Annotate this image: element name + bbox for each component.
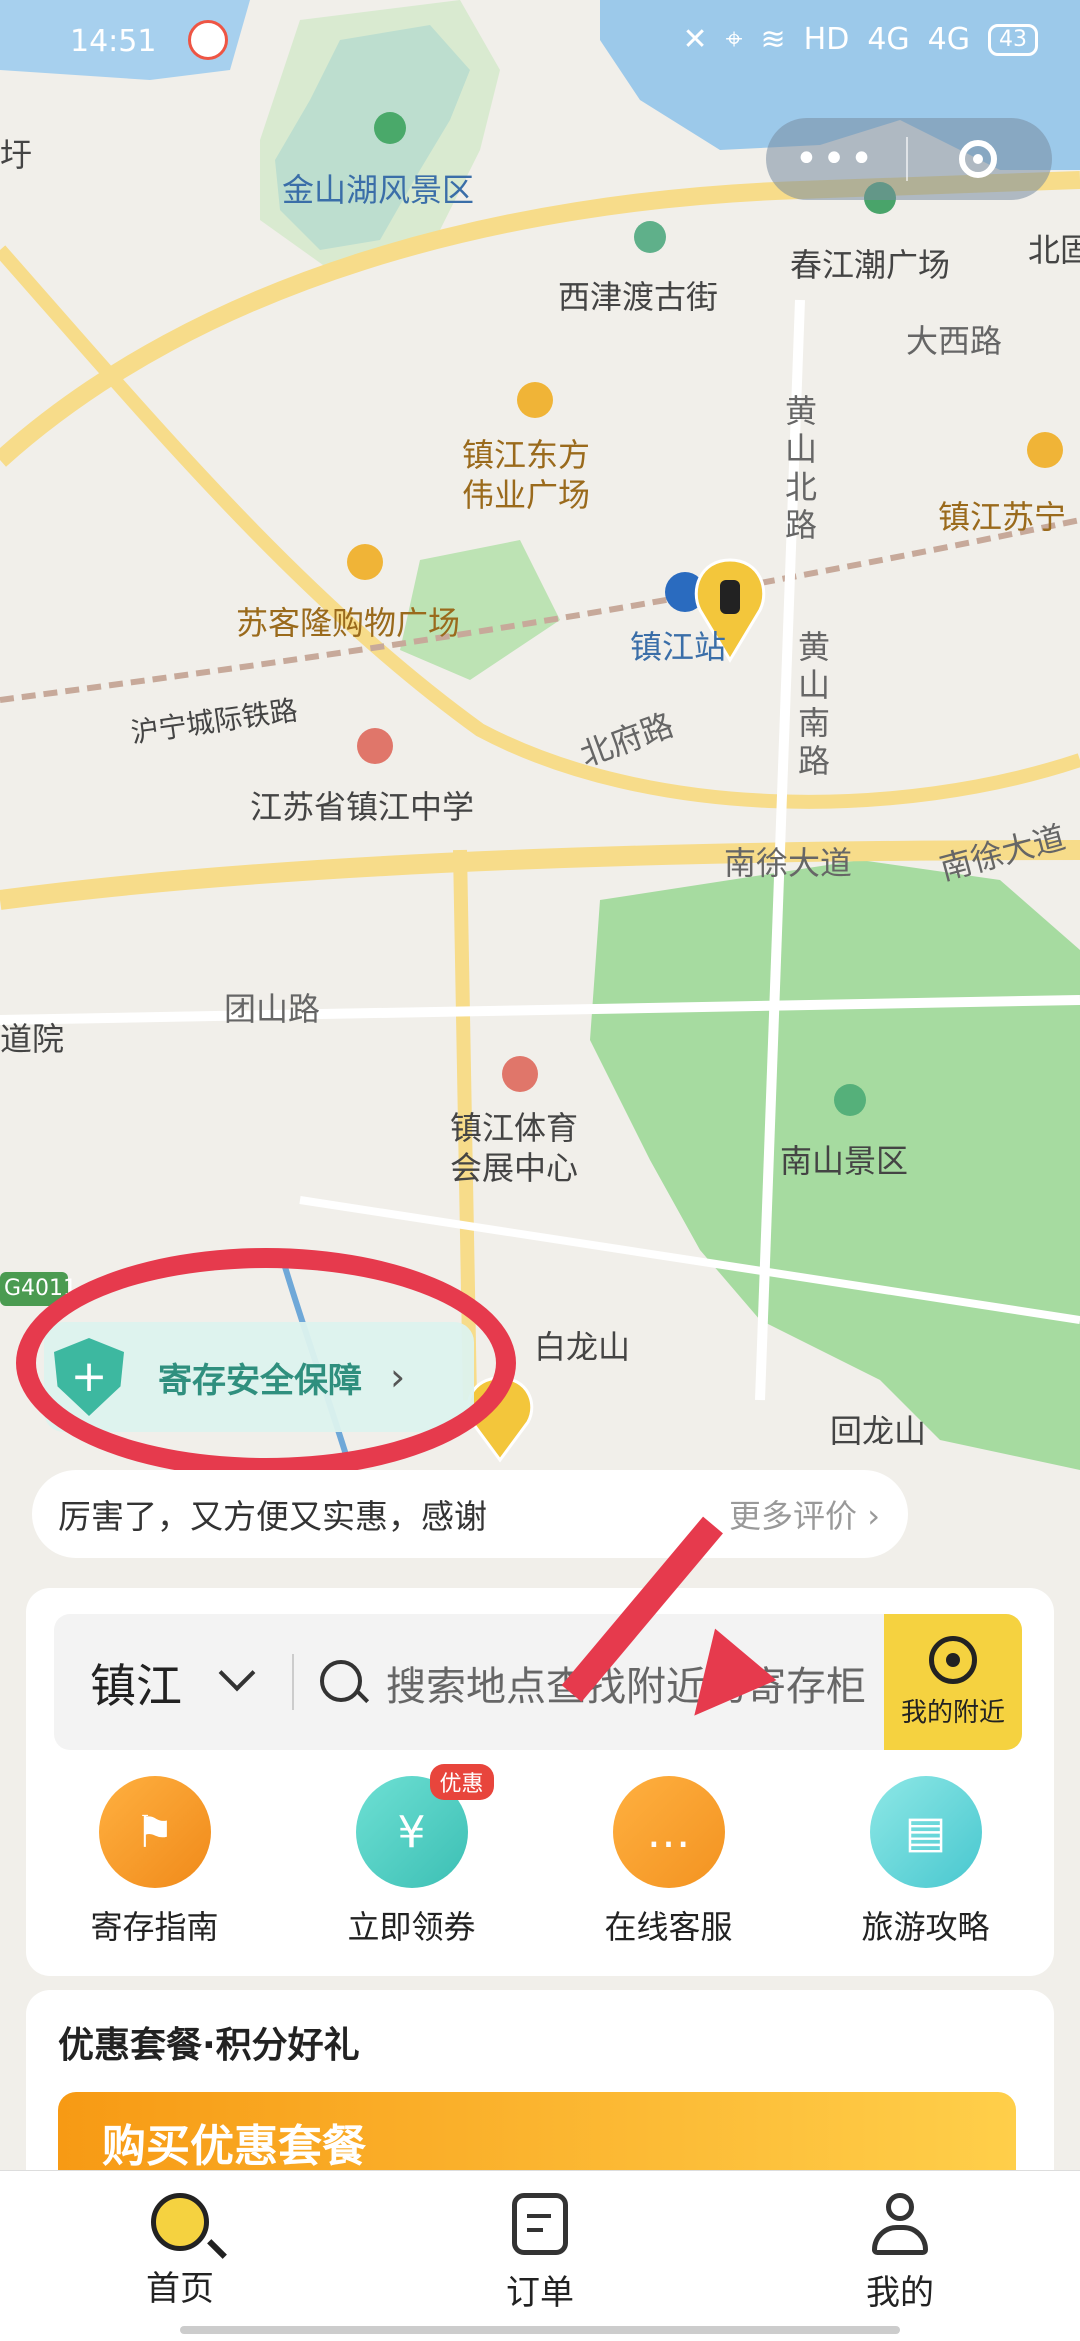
- map-label: 黄山北路: [785, 392, 818, 544]
- locker-glyph-icon: [720, 580, 740, 614]
- miniprogram-capsule: •••: [766, 118, 1052, 200]
- search-bar: 镇江 搜索地点查找附近的寄存柜 我的附近: [54, 1614, 1022, 1750]
- search-icon: [320, 1660, 362, 1702]
- status-time: 14:51: [70, 24, 157, 59]
- map-label: 团山路: [224, 990, 321, 1028]
- action-online-service[interactable]: … 在线客服: [549, 1776, 789, 1956]
- map-label: 圩: [0, 136, 33, 174]
- map-label: 道院: [0, 1020, 65, 1058]
- tab-home[interactable]: 首页: [0, 2171, 360, 2341]
- search-divider: [292, 1654, 294, 1710]
- action-storage-guide[interactable]: ⚑ 寄存指南: [35, 1776, 275, 1956]
- locate-icon: [929, 1636, 977, 1684]
- status-bar: 14:51 ✕ ⌖ ≋ HD 4G 4G 43: [0, 0, 1080, 80]
- home-indicator: [180, 2326, 900, 2334]
- hd-icon: HD: [803, 22, 850, 57]
- scenic-poi-icon: [834, 1084, 866, 1116]
- search-panel: 镇江 搜索地点查找附近的寄存柜 我的附近 ⚑ 寄存指南 ¥ 优惠 立即领券 … …: [26, 1588, 1054, 1976]
- order-icon: [512, 2193, 568, 2255]
- shopping-poi-icon: [517, 382, 553, 418]
- action-get-coupon[interactable]: ¥ 优惠 立即领券: [292, 1764, 532, 1956]
- map-label: 苏客隆购物广场: [236, 604, 461, 642]
- map-label: 黄山南路: [798, 628, 831, 780]
- home-search-icon: [151, 2193, 209, 2251]
- chat-icon: …: [612, 1776, 725, 1888]
- tab-label: 我的: [866, 2273, 934, 2313]
- map-label: 镇江东方 伟业广场: [462, 436, 591, 514]
- chevron-down-icon[interactable]: [218, 1654, 256, 1692]
- target-close-icon: [959, 140, 997, 178]
- map-label: 南山景区: [780, 1142, 909, 1180]
- search-input[interactable]: 搜索地点查找附近的寄存柜: [386, 1654, 866, 1712]
- promo-title: 优惠套餐·积分好礼: [58, 2025, 360, 2066]
- annotation-red-circle: [16, 1248, 516, 1478]
- map-label: 镇江苏宁: [938, 498, 1067, 536]
- map-label: 回龙山: [830, 1412, 927, 1450]
- map-label: 北固: [1028, 231, 1080, 269]
- wifi-icon: ≋: [760, 22, 786, 57]
- map-label: 西津渡古街: [558, 278, 719, 316]
- review-quote: 厉害了，又方便又实惠，感谢: [58, 1497, 487, 1536]
- signpost-icon: ⚑: [98, 1776, 211, 1888]
- mute-icon: ✕: [682, 22, 708, 57]
- map-label: 江苏省镇江中学: [250, 788, 475, 826]
- signal-4g-icon: 4G: [867, 22, 910, 57]
- close-miniprogram-button[interactable]: [908, 140, 1048, 178]
- action-label: 寄存指南: [90, 1908, 219, 1946]
- tab-label: 订单: [506, 2273, 574, 2313]
- promo-section: 优惠套餐·积分好礼 购买优惠套餐: [26, 1990, 1054, 2200]
- map-label: 白龙山: [534, 1328, 631, 1366]
- nearby-button[interactable]: 我的附近: [884, 1614, 1022, 1750]
- map-label: 春江潮广场: [790, 246, 951, 284]
- action-label: 在线客服: [604, 1908, 733, 1946]
- map-label: 镇江体育 会展中心: [450, 1109, 579, 1187]
- nearby-label: 我的附近: [900, 1698, 1005, 1728]
- school-poi-icon: [357, 728, 393, 764]
- status-icons: ✕ ⌖ ≋ HD 4G 4G 43: [682, 22, 1038, 57]
- map-label: 大西路: [906, 322, 1003, 360]
- more-reviews-link[interactable]: 更多评价 ›: [729, 1491, 880, 1537]
- signal-4g-icon: 4G: [927, 22, 970, 57]
- battery-icon: 43: [988, 23, 1038, 56]
- guide-book-icon: ▤: [869, 1776, 982, 1888]
- action-travel-guide[interactable]: ▤ 旅游攻略: [806, 1776, 1046, 1956]
- location-icon: ⌖: [725, 22, 743, 57]
- shopping-poi-icon: [347, 544, 383, 580]
- scenic-poi-icon: [374, 112, 406, 144]
- promo-banner-text: 购买优惠套餐: [102, 2121, 366, 2172]
- weibo-notification-icon: [188, 20, 228, 60]
- discount-badge: 优惠: [429, 1764, 494, 1800]
- action-label: 立即领券: [347, 1908, 476, 1946]
- scenic-poi-icon: [634, 221, 666, 253]
- map-label: 金山湖风景区: [282, 171, 475, 209]
- map-label: 镇江站: [630, 628, 727, 666]
- map-label: 南徐大道: [724, 844, 853, 882]
- review-ticker[interactable]: 厉害了，又方便又实惠，感谢 更多评价 ›: [32, 1470, 908, 1558]
- bottom-tab-bar: 首页 订单 我的: [0, 2170, 1080, 2341]
- more-menu-button[interactable]: •••: [766, 136, 906, 182]
- quick-actions: ⚑ 寄存指南 ¥ 优惠 立即领券 … 在线客服 ▤ 旅游攻略: [26, 1764, 1054, 1956]
- tab-profile[interactable]: 我的: [720, 2171, 1080, 2341]
- city-selector[interactable]: 镇江: [90, 1650, 182, 1716]
- tab-orders[interactable]: 订单: [360, 2171, 720, 2341]
- tab-label: 首页: [146, 2269, 214, 2309]
- shopping-poi-icon: [1027, 432, 1063, 468]
- venue-poi-icon: [502, 1056, 538, 1092]
- action-label: 旅游攻略: [861, 1908, 990, 1946]
- profile-icon: [870, 2193, 930, 2255]
